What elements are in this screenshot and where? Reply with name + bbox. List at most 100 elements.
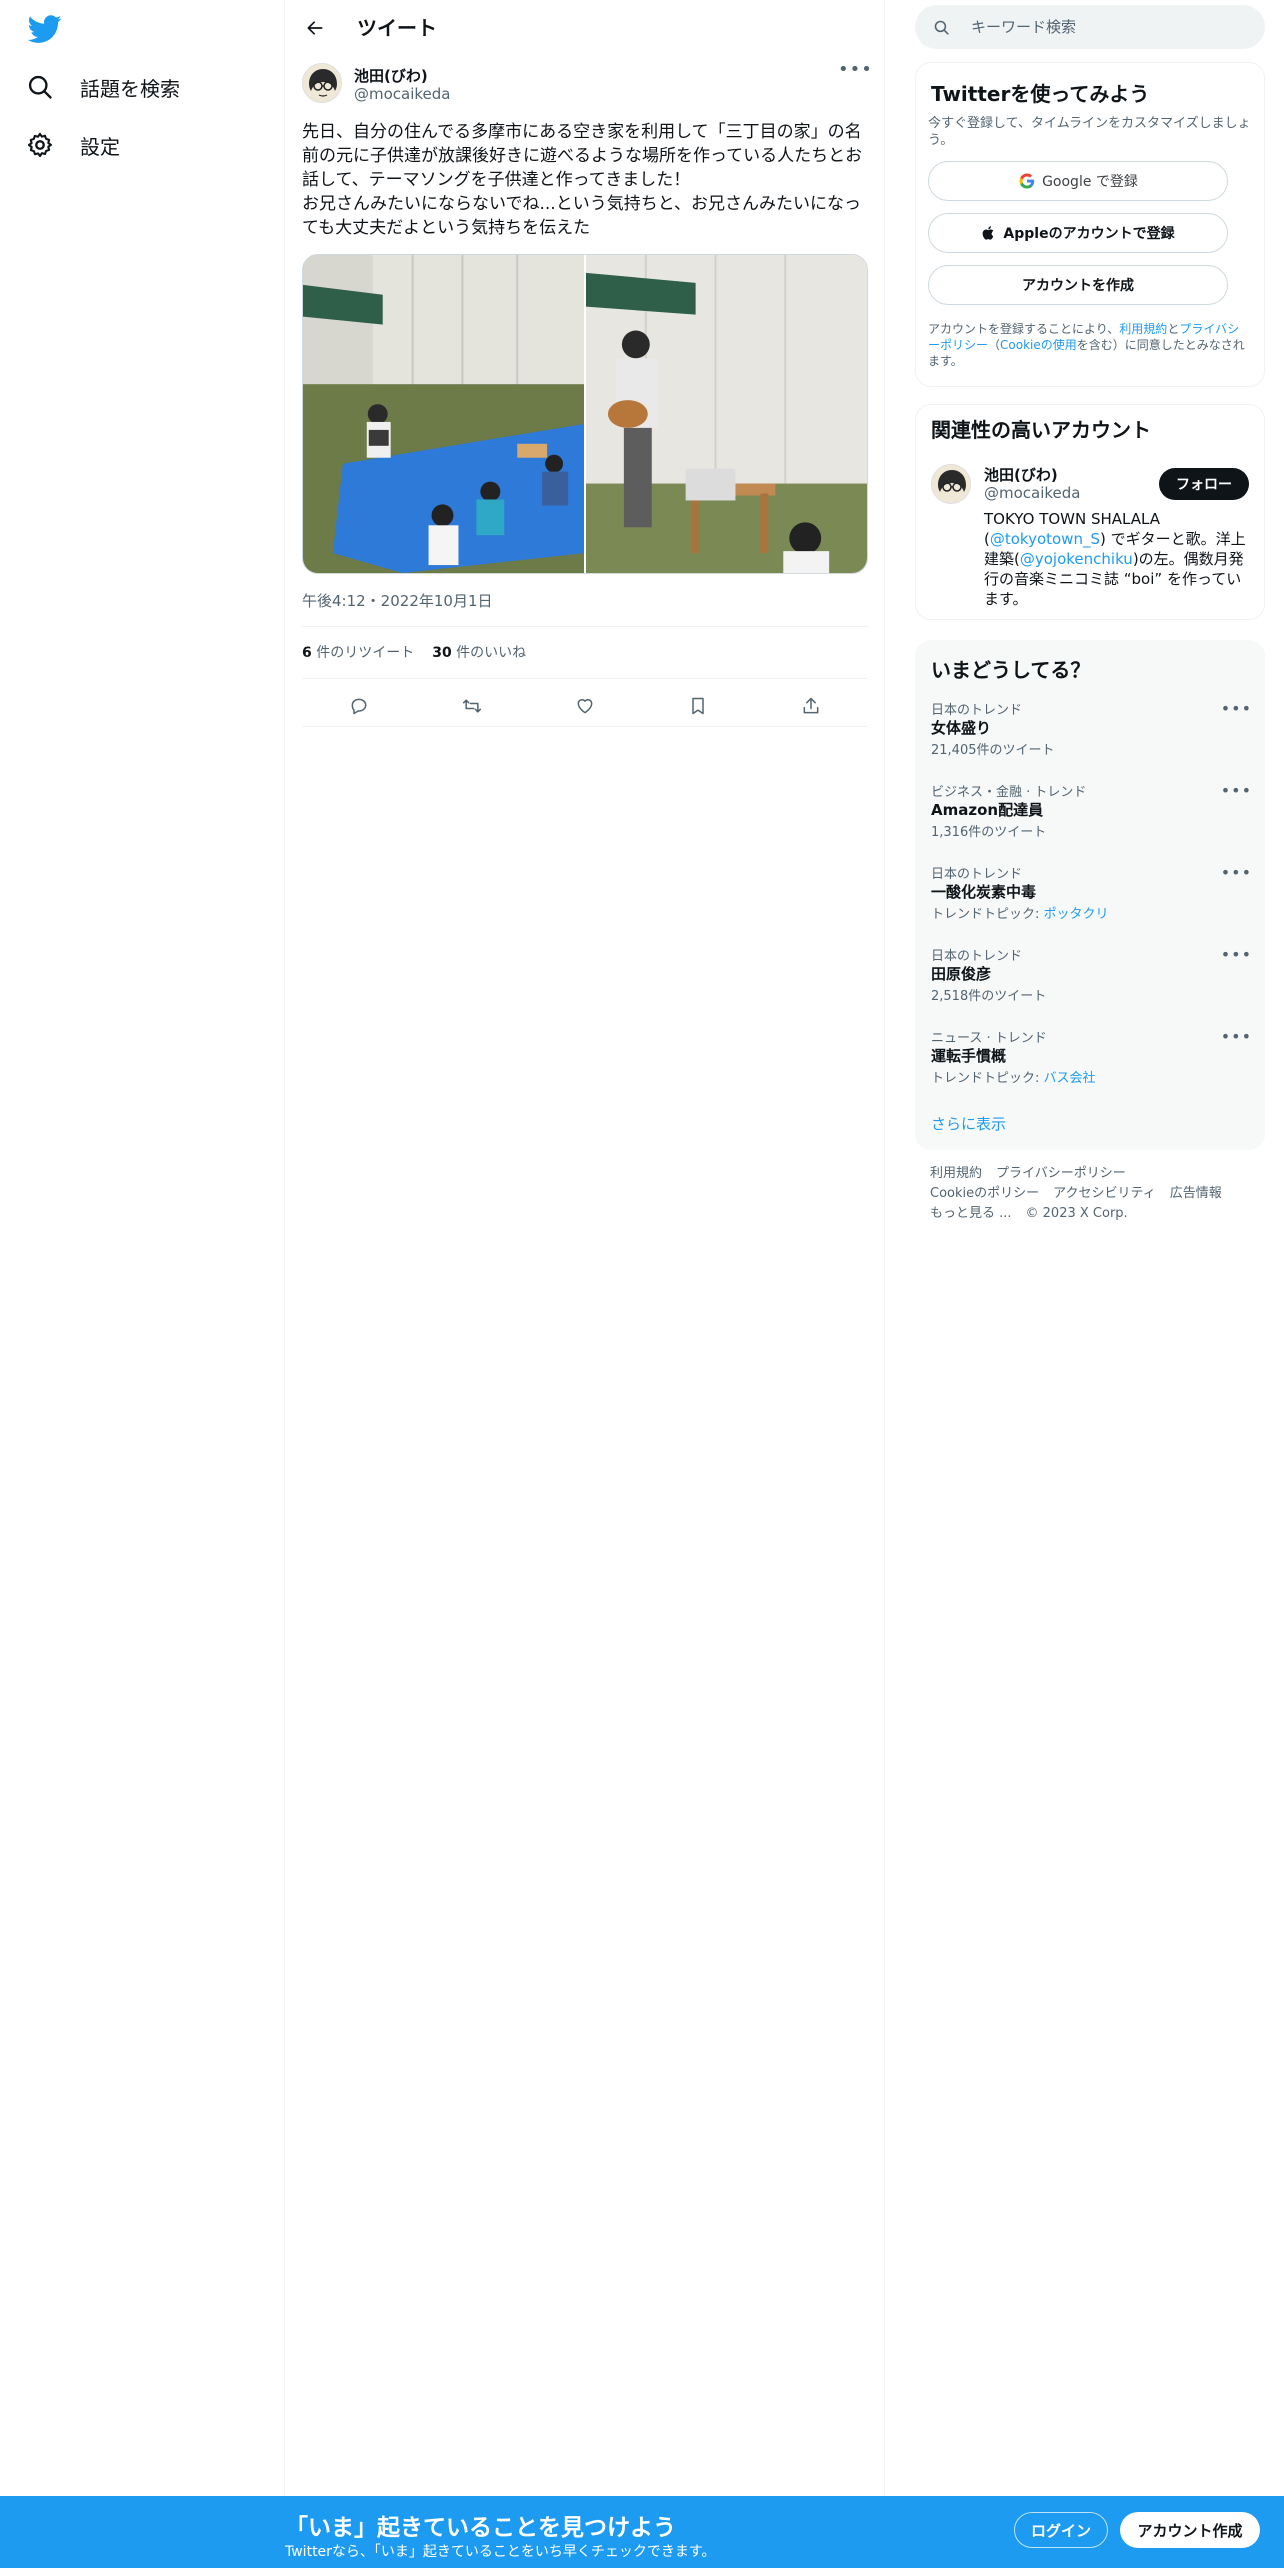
like-count[interactable]: 30 件のいいね [432,642,526,662]
share-button[interactable] [793,688,829,724]
trend-sub: 2,518件のツイート [931,985,1046,1004]
more-options-icon[interactable]: ••• [1221,1027,1252,1046]
trends-card: いまどうしてる？ 日本のトレンド 女体盛り 21,405件のツイート ••• ビ… [915,640,1265,1150]
more-options-icon[interactable]: ••• [1221,699,1252,718]
footer-cookie-link[interactable]: Cookieのポリシー [930,1186,1039,1201]
trend-sub-text: トレンドトピック: [931,1071,1044,1086]
trend-sub: 1,316件のツイート [931,821,1046,840]
tweet-photo-2[interactable] [586,255,867,573]
avatar[interactable] [931,464,971,504]
trend-meta: 日本のトレンド [931,867,1023,882]
left-navigation: 話題を検索 設定 [0,0,285,2568]
back-button[interactable] [297,10,333,46]
cookie-link[interactable]: Cookieの使用 [1000,338,1077,352]
trend-item[interactable]: 日本のトレンド 田原俊彦 2,518件のツイート ••• [916,945,1264,1027]
retweet-count-label: 件のリツイート [316,645,415,661]
create-account-button[interactable]: アカウントを作成 [928,265,1228,305]
arrow-left-icon [305,18,325,38]
retweet-button[interactable] [454,688,490,724]
trend-sub: 21,405件のツイート [931,739,1055,758]
bio-mention-link[interactable]: @yojokenchiku [1020,550,1133,568]
bookmark-icon [688,696,708,716]
related-account-name[interactable]: 池田(びわ) [984,464,1058,485]
legal-paren: （ [988,338,1001,352]
sidebar-footer: 利用規約 プライバシーポリシー Cookieのポリシー アクセシビリティ 広告情報 も… [930,1164,1260,1224]
nav-item-explore[interactable]: 話題を検索 [26,62,180,112]
footer-terms-link[interactable]: 利用規約 [930,1166,982,1181]
create-account-label: アカウントを作成 [1022,278,1134,294]
divider [302,726,868,727]
page-header: ツイート [285,0,885,54]
login-button[interactable]: ログイン [1014,2512,1108,2548]
trend-name: 田原俊彦 [931,965,992,983]
apple-signup-button[interactable]: Appleのアカウントで登録 [928,213,1228,253]
bio-mention-link[interactable]: @tokyotown_S [990,530,1100,548]
reply-icon [349,696,369,716]
trend-meta: ニュース · トレンド [931,1031,1047,1046]
footer-copyright: © 2023 X Corp. [1025,1206,1128,1221]
footer-privacy-link[interactable]: プライバシーポリシー [996,1166,1126,1181]
trend-topic-link[interactable]: バス会社 [1044,1071,1096,1086]
like-count-label: 件のいいね [456,645,527,661]
footer-ads-link[interactable]: 広告情報 [1170,1186,1222,1201]
trend-sub: トレンドトピック: バス会社 [931,1067,1096,1086]
legal-and: と [1167,322,1180,336]
search-icon [26,73,54,101]
footer-accessibility-link[interactable]: アクセシビリティ [1053,1186,1156,1201]
trend-meta: 日本のトレンド [931,949,1023,964]
trend-sub-text: 2,518件のツイート [931,989,1047,1004]
trend-sub-text: 1,316件のツイート [931,825,1047,840]
more-options-icon[interactable]: ••• [1221,781,1252,800]
signup-button[interactable]: アカウント作成 [1120,2512,1260,2548]
google-signup-button[interactable]: Google で登録 [928,161,1228,201]
main-column: ツイート 池田(びわ) @mocaikeda ••• 先日、自分の住んでる多摩市… [285,0,885,2568]
show-more-link[interactable]: さらに表示 [931,1113,1006,1134]
divider [302,678,868,679]
banner-title: 「いま」起きていることを見つけよう [285,2515,676,2541]
author-handle[interactable]: @mocaikeda [354,85,451,103]
gear-icon [26,131,54,159]
related-accounts-card: 関連性の高いアカウント 池田(びわ) @mocaikeda フォロー TOKYO… [915,404,1265,620]
search-input[interactable] [971,15,1241,39]
reply-button[interactable] [341,688,377,724]
retweet-count-value: 6 [302,645,312,661]
tweet-media [302,254,868,574]
twitter-bird-icon[interactable] [27,12,62,46]
divider [302,626,868,627]
more-options-icon[interactable]: ••• [1221,945,1252,964]
related-title: 関連性の高いアカウント [931,418,1151,442]
tweet-timestamp[interactable]: 午後4:12・2022年10月1日 [302,590,493,611]
trend-name: 一酸化炭素中毒 [931,883,1037,901]
trend-item[interactable]: ビジネス・金融 · トレンド Amazon配達員 1,316件のツイート ••• [916,781,1264,863]
heart-icon [575,696,595,716]
login-banner: 「いま」起きていることを見つけよう Twitterなら、「いま」起きていることを… [0,2496,1284,2568]
footer-more-link[interactable]: もっと見る ... [930,1206,1012,1221]
trend-name: 女体盛り [931,719,992,737]
trend-meta: ビジネス・金融 · トレンド [931,785,1087,800]
follow-button[interactable]: フォロー [1159,468,1249,500]
bookmark-button[interactable] [680,688,716,724]
apple-signup-label: Appleのアカウントで登録 [1003,226,1175,242]
nav-item-settings[interactable]: 設定 [26,120,120,170]
tweet-author: 池田(びわ) @mocaikeda ••• [302,61,872,107]
tweet-photo-1[interactable] [303,255,584,573]
trends-title: いまどうしてる？ [931,658,1091,682]
trend-meta: 日本のトレンド [931,703,1023,718]
tweet-actions [302,686,868,726]
more-options-icon[interactable]: ••• [1221,863,1252,882]
search-bar[interactable] [915,5,1265,49]
apple-icon [981,225,997,241]
like-button[interactable] [567,688,603,724]
terms-link[interactable]: 利用規約 [1119,322,1167,336]
avatar[interactable] [302,63,342,103]
trend-sub-text: 21,405件のツイート [931,743,1055,758]
author-name[interactable]: 池田(びわ) [354,65,428,86]
trend-item[interactable]: 日本のトレンド 一酸化炭素中毒 トレンドトピック: ポッタクリ ••• [916,863,1264,945]
retweet-count[interactable]: 6 件のリツイート [302,642,414,662]
more-options-icon[interactable]: ••• [838,61,872,87]
trend-item[interactable]: 日本のトレンド 女体盛り 21,405件のツイート ••• [916,699,1264,781]
google-signup-label: Google で登録 [1042,174,1138,190]
trend-item[interactable]: ニュース · トレンド 運転手慣概 トレンドトピック: バス会社 ••• [916,1027,1264,1109]
trend-topic-link[interactable]: ポッタクリ [1044,907,1109,922]
related-account-handle[interactable]: @mocaikeda [984,484,1081,502]
